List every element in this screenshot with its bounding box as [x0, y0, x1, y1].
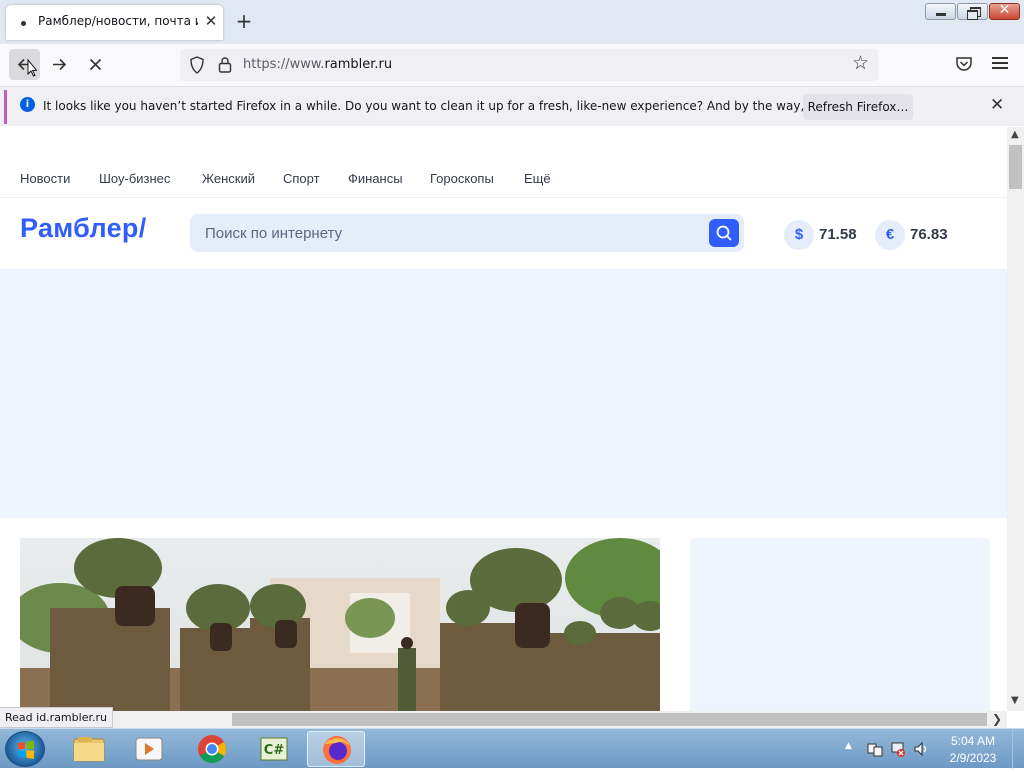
action-center-icon[interactable] [867, 741, 883, 757]
nav-item-finance[interactable]: Финансы [348, 171, 403, 186]
tracking-shield-icon[interactable] [188, 55, 206, 75]
nav-item-sport[interactable]: Спорт [283, 171, 320, 186]
web-page: Новости Шоу-бизнес Женский Спорт Финансы… [0, 127, 1007, 711]
scroll-down-icon[interactable]: ▼ [1011, 695, 1019, 706]
taskbar-media-player[interactable] [120, 731, 178, 767]
site-header: Рамблер/ $ 71.58 € 76.83 [0, 197, 1007, 269]
tray-expand-icon[interactable]: ▲ [845, 741, 852, 751]
clock-date[interactable]: 2/9/2023 [940, 751, 1006, 765]
notification-accent [4, 90, 7, 124]
network-icon[interactable] [890, 741, 906, 757]
euro-icon: € [875, 220, 905, 250]
tab-close-icon[interactable]: ✕ [202, 11, 220, 31]
media-player-icon [135, 737, 163, 761]
close-icon: ✕ [998, 2, 1011, 18]
windows-taskbar: C# ▲ 5:04 AM 2/9/2023 [0, 728, 1024, 769]
window-restore-button[interactable] [957, 3, 988, 20]
forward-button[interactable] [44, 49, 75, 80]
nav-item-womens[interactable]: Женский [202, 171, 255, 186]
taskbar-csharp[interactable]: C# [245, 731, 303, 767]
stop-button[interactable] [80, 49, 111, 80]
usd-rate-value: 71.58 [819, 226, 857, 243]
explorer-icon [73, 737, 105, 762]
taskbar-chrome[interactable] [183, 731, 241, 767]
new-tab-button[interactable]: + [232, 9, 256, 33]
search-icon [716, 225, 732, 241]
soldiers-photo [20, 538, 660, 711]
app-menu-button[interactable] [990, 54, 1010, 74]
search-input[interactable] [190, 214, 706, 252]
dollar-icon: $ [784, 220, 814, 250]
ad-banner-area [0, 269, 1007, 518]
horizontal-scrollbar[interactable]: ❯ [0, 711, 1007, 728]
forward-arrow-icon [53, 58, 67, 71]
url-bar[interactable]: https://www.rambler.ru ☆ [180, 49, 878, 81]
url-prefix: https://www. [243, 57, 325, 72]
tab-rambler[interactable]: Рамблер/новости, почта и поиск ✕ [6, 5, 223, 40]
top-navigation: Новости Шоу-бизнес Женский Спорт Финансы… [0, 127, 1007, 197]
notification-close-icon[interactable]: ✕ [990, 95, 1004, 115]
news-photo[interactable] [20, 538, 660, 711]
scroll-up-icon[interactable]: ▲ [1011, 129, 1019, 140]
show-desktop-button[interactable] [1012, 729, 1024, 769]
tab-loading-icon [21, 21, 26, 26]
status-text: Read id.rambler.ru [0, 707, 113, 728]
scroll-right-icon[interactable]: ❯ [992, 712, 1002, 726]
nav-item-showbiz[interactable]: Шоу-бизнес [99, 171, 170, 186]
volume-icon[interactable] [913, 741, 929, 757]
bookmark-star-icon[interactable]: ☆ [852, 52, 869, 74]
pocket-icon[interactable] [954, 54, 974, 74]
nav-item-more[interactable]: Ещё [524, 171, 551, 186]
side-card-placeholder [690, 538, 990, 711]
eur-rate-value: 76.83 [910, 226, 948, 243]
csharp-icon: C# [260, 737, 288, 761]
url-text[interactable]: https://www.rambler.ru [243, 57, 392, 72]
clock-time[interactable]: 5:04 AM [940, 734, 1006, 748]
taskbar-firefox[interactable] [307, 731, 365, 767]
notification-bar: i It looks like you haven’t started Fire… [0, 86, 1024, 126]
taskbar-explorer[interactable] [60, 731, 118, 767]
search-box [190, 214, 744, 252]
scroll-thumb[interactable] [1009, 145, 1022, 189]
vertical-scrollbar[interactable]: ▲ ▼ [1007, 127, 1024, 711]
nav-item-horoscopes[interactable]: Гороскопы [430, 171, 494, 186]
info-icon: i [20, 97, 35, 112]
hscroll-thumb[interactable] [232, 713, 987, 726]
window-minimize-button[interactable] [925, 3, 956, 20]
nav-item-news[interactable]: Новости [20, 171, 70, 186]
back-arrow-icon [17, 58, 38, 77]
rambler-logo[interactable]: Рамблер/ [20, 213, 147, 244]
stop-icon [89, 58, 102, 71]
back-button[interactable] [9, 49, 40, 80]
windows-logo-icon [18, 740, 34, 759]
browser-toolbar: https://www.rambler.ru ☆ [0, 44, 1024, 86]
tab-title: Рамблер/новости, почта и поиск [38, 14, 198, 28]
start-button[interactable] [5, 731, 45, 767]
search-button[interactable] [709, 219, 739, 247]
chrome-icon [198, 735, 226, 763]
svg-text:C#: C# [264, 743, 285, 758]
browser-titlebar: Рамблер/новости, почта и поиск ✕ + ✕ [0, 0, 1024, 44]
refresh-firefox-button[interactable]: Refresh Firefox… [803, 94, 913, 120]
lock-icon[interactable] [216, 55, 234, 75]
window-close-button[interactable]: ✕ [989, 2, 1020, 20]
url-domain: rambler.ru [324, 57, 393, 72]
notification-message: It looks like you haven’t started Firefo… [43, 99, 899, 113]
firefox-icon [323, 736, 351, 764]
